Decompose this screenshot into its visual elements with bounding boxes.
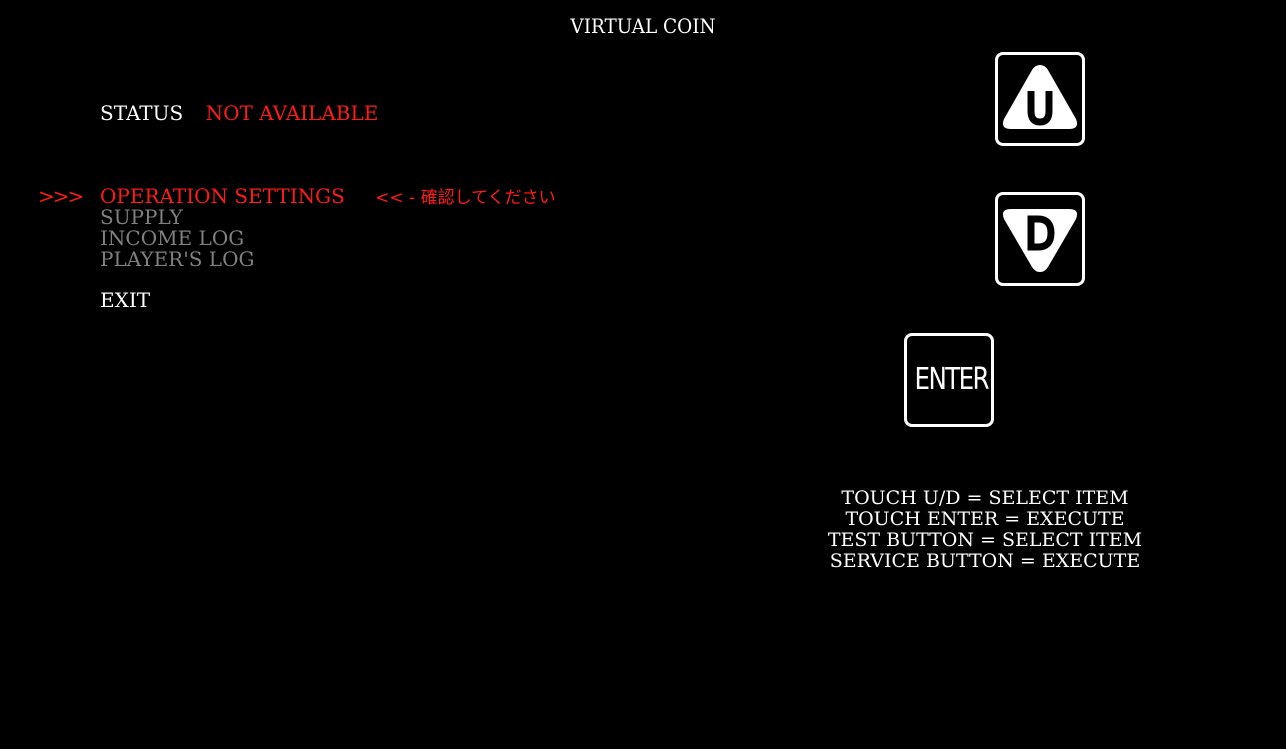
down-triangle-icon: [1002, 209, 1078, 272]
status-label: STATUS: [100, 101, 184, 125]
menu-item-exit[interactable]: EXIT: [100, 287, 150, 313]
touch-down-button[interactable]: D: [995, 192, 1085, 286]
help-line: TOUCH ENTER = EXECUTE: [845, 508, 1125, 530]
selection-cursor: >>>: [38, 184, 84, 208]
help-line: TEST BUTTON = SELECT ITEM: [827, 529, 1143, 551]
main-menu: OPERATION SETTINGS << - 確認してください SUPPLY …: [100, 183, 556, 271]
enter-button-label: ENTER: [914, 362, 990, 397]
up-triangle-icon: [1002, 65, 1078, 129]
status-value: NOT AVAILABLE: [205, 101, 379, 125]
menu-item-income-log[interactable]: INCOME LOG: [100, 225, 556, 250]
touch-enter-button[interactable]: ENTER: [904, 333, 994, 427]
help-text: TOUCH U/D = SELECT ITEM TOUCH ENTER = EX…: [785, 487, 1185, 572]
help-line: TOUCH U/D = SELECT ITEM: [841, 487, 1129, 509]
touch-up-button[interactable]: U: [995, 52, 1085, 146]
help-line: SERVICE BUTTON = EXECUTE: [829, 550, 1141, 572]
menu-item-players-log[interactable]: PLAYER'S LOG: [100, 246, 556, 271]
page-title: VIRTUAL COIN: [570, 14, 716, 38]
confirm-note: << - 確認してください: [375, 188, 556, 208]
status-row: STATUS NOT AVAILABLE: [100, 100, 378, 126]
menu-item-operation-settings[interactable]: OPERATION SETTINGS << - 確認してください: [100, 183, 556, 208]
